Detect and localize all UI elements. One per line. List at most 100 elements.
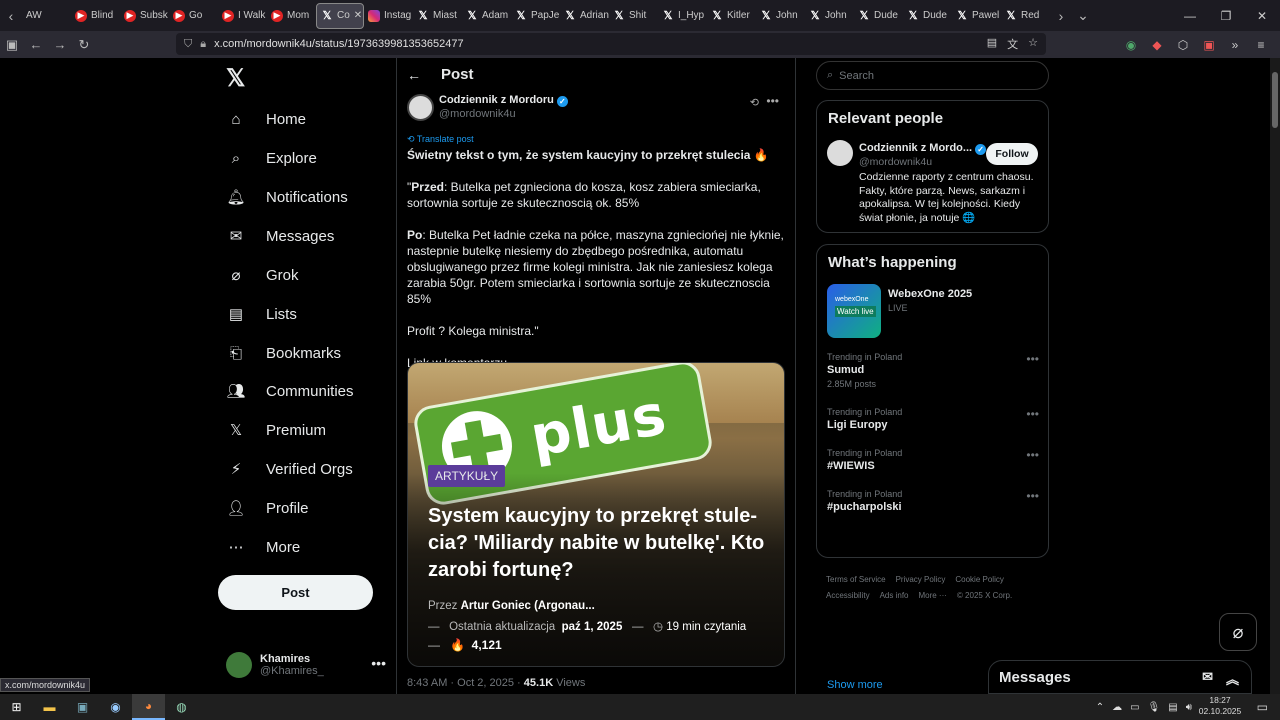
post-button[interactable]: Post bbox=[218, 575, 373, 610]
back-arrow-icon[interactable]: ← bbox=[407, 67, 421, 83]
browser-tab[interactable]: ▶ Subsk bbox=[120, 3, 169, 29]
footer-link[interactable]: Terms of Service bbox=[826, 575, 886, 584]
reload-icon[interactable]: ↻ bbox=[72, 37, 96, 53]
scrollbar[interactable] bbox=[1270, 58, 1280, 694]
back-icon[interactable]: ← bbox=[24, 37, 48, 52]
menu-icon[interactable]: ≡ bbox=[1248, 38, 1274, 52]
browser-tab[interactable]: ▶ Blind bbox=[71, 3, 120, 29]
nav-item-verified-orgs[interactable]: ⚡︎ Verified Orgs bbox=[226, 454, 353, 484]
browser-tab[interactable]: 𝕏 Pawel bbox=[952, 3, 1001, 29]
start-icon[interactable]: ⊞ bbox=[0, 694, 33, 720]
nav-item-premium[interactable]: 𝕏 Premium bbox=[226, 415, 326, 445]
trend-item[interactable]: Trending in Poland #pucharpolski ••• bbox=[827, 489, 1039, 513]
footer-link[interactable]: Cookie Policy bbox=[955, 575, 1003, 584]
footer-link[interactable]: More ··· bbox=[918, 591, 946, 600]
nav-item-explore[interactable]: ⌕ Explore bbox=[226, 143, 317, 173]
volume-icon[interactable]: 🔊︎ bbox=[1186, 702, 1192, 713]
account-switcher[interactable]: Khamires @Khamires_ ••• bbox=[226, 645, 386, 685]
nav-item-notifications[interactable]: 🔔︎ Notifications bbox=[226, 182, 347, 212]
browser-tab[interactable]: 𝕏 Kitler bbox=[707, 3, 756, 29]
browser-tab[interactable]: 𝕏 PapJe bbox=[511, 3, 560, 29]
nav-item-bookmarks[interactable]: ⎗ Bookmarks bbox=[226, 338, 341, 368]
clock[interactable]: 18:27 02.10.2025 bbox=[1198, 695, 1242, 717]
reader-view-icon[interactable]: ▤ bbox=[987, 36, 997, 52]
browser-tab[interactable]: 𝕏 Red bbox=[1001, 3, 1050, 29]
expand-chevron-icon[interactable]: ︽ bbox=[1226, 669, 1239, 688]
more-dots-icon[interactable]: ••• bbox=[1026, 407, 1039, 421]
restore-icon[interactable]: ❐ bbox=[1208, 9, 1244, 23]
browser-tab[interactable]: Instag bbox=[364, 3, 413, 29]
network-icon[interactable]: ▤ bbox=[1168, 702, 1177, 713]
trend-item[interactable]: Trending in Poland Ligi Europy ••• bbox=[827, 407, 1039, 431]
more-dots-icon[interactable]: ••• bbox=[1026, 489, 1039, 503]
file-explorer-icon[interactable]: ▬ bbox=[33, 694, 66, 720]
person-name[interactable]: Codziennik z Mordo... ✓ bbox=[859, 142, 987, 155]
monitor-app-icon[interactable]: ▣ bbox=[66, 694, 99, 720]
event-title[interactable]: WebexOne 2025 bbox=[888, 288, 972, 300]
steam-icon[interactable]: ◉ bbox=[99, 694, 132, 720]
app-icon[interactable]: ◍ bbox=[165, 694, 198, 720]
event-thumbnail[interactable]: webexOne Watch live bbox=[827, 284, 881, 338]
follow-button[interactable]: Follow bbox=[986, 143, 1038, 165]
grok-explain-icon[interactable]: ⟲ bbox=[750, 96, 759, 109]
browser-tab[interactable]: 𝕏 I_Hyp bbox=[658, 3, 707, 29]
close-window-icon[interactable]: ✕ bbox=[1244, 9, 1280, 23]
app-tray-icon[interactable]: ▭ bbox=[1130, 702, 1139, 713]
grok-fab-icon[interactable]: ⌀ bbox=[1219, 613, 1257, 651]
new-message-icon[interactable]: ✉ bbox=[1202, 669, 1213, 685]
extension-fox-icon[interactable]: ◆ bbox=[1144, 38, 1170, 52]
browser-tab[interactable]: 𝕏 John bbox=[805, 3, 854, 29]
extension-badge-icon[interactable]: ▣ bbox=[1196, 38, 1222, 52]
browser-tab[interactable]: 𝕏 John bbox=[756, 3, 805, 29]
tab-scroll-right-icon[interactable]: › bbox=[1050, 8, 1072, 24]
nav-item-profile[interactable]: 👤︎ Profile bbox=[226, 493, 308, 523]
link-card[interactable]: plus ARTYKUŁY System kaucyjny to przekrę… bbox=[407, 362, 785, 667]
browser-tab[interactable]: 𝕏 Adam bbox=[462, 3, 511, 29]
browser-tab[interactable]: 𝕏 Adrian bbox=[560, 3, 609, 29]
firefox-icon[interactable]: ◕ bbox=[132, 694, 165, 720]
author-name[interactable]: Codziennik z Mordoru ✓ bbox=[439, 94, 568, 107]
browser-tab[interactable]: 𝕏 Co ✕ bbox=[316, 2, 364, 29]
nav-item-messages[interactable]: ✉ Messages bbox=[226, 221, 335, 251]
footer-link[interactable]: © 2025 X Corp. bbox=[957, 591, 1012, 600]
search-input[interactable]: ⌕ Search bbox=[816, 61, 1049, 90]
browser-tab[interactable]: ▶ I Walk bbox=[218, 3, 267, 29]
show-more-link[interactable]: Show more bbox=[827, 679, 883, 691]
more-dots-icon[interactable]: ••• bbox=[1026, 448, 1039, 462]
trend-item[interactable]: Trending in Poland Sumud 2.85M posts ••• bbox=[827, 352, 1039, 389]
person-handle[interactable]: @mordownik4u bbox=[859, 156, 932, 168]
tab-list-chevron-icon[interactable]: ⌄ bbox=[1072, 7, 1094, 24]
tray-chevron-icon[interactable]: ⌃ bbox=[1096, 702, 1104, 713]
close-tab-icon[interactable]: ✕ bbox=[354, 10, 362, 21]
browser-tab[interactable]: 𝕏 Shit bbox=[609, 3, 658, 29]
nav-item-home[interactable]: ⌂ Home bbox=[226, 104, 306, 134]
more-dots-icon[interactable]: ••• bbox=[371, 655, 386, 671]
trend-item[interactable]: Trending in Poland #WIEWIS ••• bbox=[827, 448, 1039, 472]
nav-item-lists[interactable]: ▤ Lists bbox=[226, 299, 297, 329]
messages-drawer[interactable]: Messages ✉ ︽ bbox=[988, 660, 1252, 694]
browser-tab[interactable]: ▶ Mom bbox=[267, 3, 316, 29]
nav-item-more[interactable]: ⋯ More bbox=[226, 532, 301, 562]
more-dots-icon[interactable]: ••• bbox=[1026, 352, 1039, 366]
cloud-icon[interactable]: ☁ bbox=[1112, 702, 1122, 713]
footer-link[interactable]: Ads info bbox=[880, 591, 909, 600]
microphone-icon[interactable]: 🎙︎ bbox=[1148, 702, 1161, 713]
browser-tab[interactable]: ▶ Go bbox=[169, 3, 218, 29]
author-avatar[interactable] bbox=[407, 94, 434, 121]
translate-post-link[interactable]: ⟲ Translate post bbox=[407, 134, 474, 145]
browser-tab[interactable]: 𝕏 Dude bbox=[903, 3, 952, 29]
tab-scroll-left-icon[interactable]: ‹ bbox=[0, 8, 22, 24]
minimize-icon[interactable]: — bbox=[1172, 9, 1208, 23]
browser-tab[interactable]: 𝕏 Miast bbox=[413, 3, 462, 29]
avatar[interactable] bbox=[827, 140, 853, 166]
nav-item-communities[interactable]: 👥︎ Communities bbox=[226, 376, 353, 406]
browser-tab[interactable]: 𝕏 Dude bbox=[854, 3, 903, 29]
extensions-icon[interactable]: ⬡ bbox=[1170, 38, 1196, 52]
translate-icon[interactable]: 文 bbox=[1007, 36, 1018, 52]
address-bar[interactable]: ⛉ 🔒︎ x.com/mordownik4u/status/1973639981… bbox=[176, 33, 1046, 55]
forward-icon[interactable]: → bbox=[48, 37, 72, 52]
more-dots-icon[interactable]: ••• bbox=[766, 94, 779, 108]
x-logo-icon[interactable]: 𝕏 bbox=[226, 64, 245, 93]
author-handle[interactable]: @mordownik4u bbox=[439, 108, 516, 120]
notifications-icon[interactable]: ▭ bbox=[1257, 700, 1268, 714]
